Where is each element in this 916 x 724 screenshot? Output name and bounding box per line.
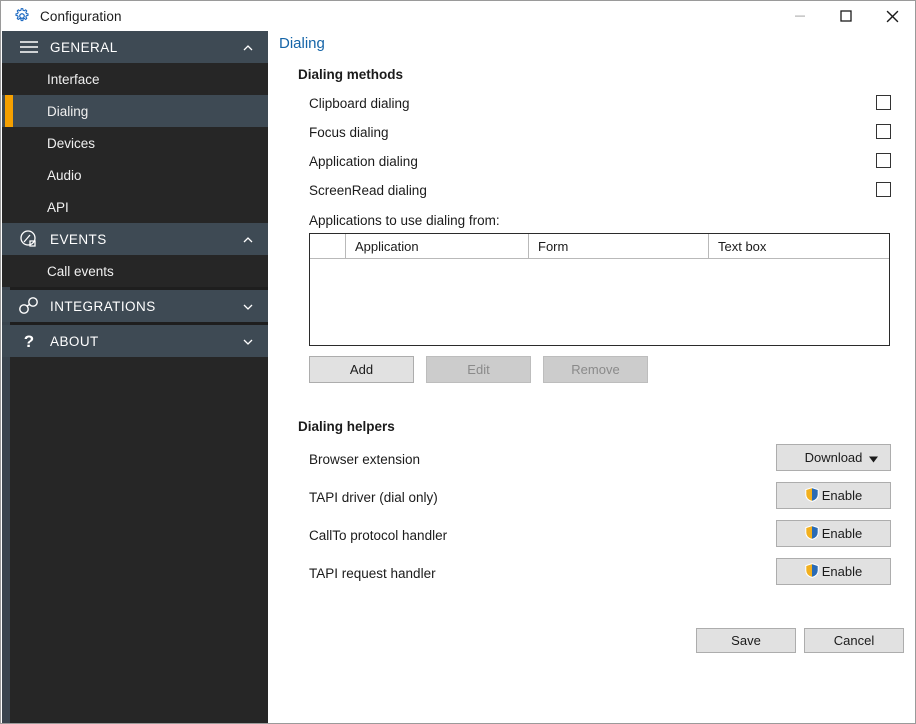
checkbox-focus-dialing[interactable] (876, 124, 891, 139)
sidebar-item-interface[interactable]: Interface (2, 63, 268, 95)
sidebar-group-label: GENERAL (50, 39, 118, 55)
table-header-form[interactable]: Form (529, 234, 709, 258)
sidebar-group-label: EVENTS (50, 231, 107, 247)
enable-button-label: Enable (821, 488, 863, 503)
window-title: Configuration (40, 8, 122, 24)
svg-text:?: ? (24, 332, 34, 351)
section-heading-dialing-methods: Dialing methods (298, 67, 404, 82)
sidebar-item-api[interactable]: API (2, 191, 268, 223)
enable-callto-protocol-handler-button[interactable]: Enable (776, 520, 891, 547)
section-heading-dialing-helpers: Dialing helpers (298, 419, 395, 434)
remove-button[interactable]: Remove (543, 356, 648, 383)
sidebar-item-devices[interactable]: Devices (2, 127, 268, 159)
page-title: Dialing (279, 35, 325, 52)
selected-accent-bar (5, 95, 13, 127)
sidebar-group-events: EVENTS Call events (2, 223, 268, 287)
sidebar-item-label: Devices (47, 135, 96, 151)
download-dropdown-button[interactable]: Download (776, 444, 891, 471)
uac-shield-icon (805, 524, 819, 543)
maximize-button[interactable] (823, 1, 869, 31)
uac-shield-icon (805, 486, 819, 505)
hamburger-icon (16, 36, 42, 58)
configuration-window: Configuration GENERAL Interface Dialing … (0, 0, 916, 724)
label-callto-protocol-handler: CallTo protocol handler (309, 528, 448, 543)
table-header-select (310, 234, 346, 258)
gear-icon (15, 8, 29, 22)
table-header-row: Application Form Text box (310, 234, 889, 259)
edit-button[interactable]: Edit (426, 356, 531, 383)
sidebar-item-label: Dialing (47, 103, 89, 119)
sidebar-item-label: Call events (47, 263, 114, 279)
sidebar-sublist-events: Call events (2, 255, 268, 287)
close-button[interactable] (869, 1, 915, 31)
enable-button-label: Enable (821, 526, 863, 541)
enable-tapi-driver-button[interactable]: Enable (776, 482, 891, 509)
maximize-icon (840, 10, 852, 22)
label-tapi-driver: TAPI driver (dial only) (309, 490, 438, 505)
sidebar-group-general: GENERAL Interface Dialing Devices Audio (2, 31, 268, 223)
uac-shield-icon (805, 562, 819, 581)
add-button[interactable]: Add (309, 356, 414, 383)
checkbox-application-dialing[interactable] (876, 153, 891, 168)
title-bar: Configuration (1, 1, 915, 31)
sidebar-item-audio[interactable]: Audio (2, 159, 268, 191)
content-panel: Dialing Dialing methods Clipboard dialin… (268, 31, 915, 723)
sidebar-item-call-events[interactable]: Call events (2, 255, 268, 287)
label-tapi-request-handler: TAPI request handler (309, 566, 436, 581)
applications-table[interactable]: Application Form Text box (309, 233, 890, 346)
chevron-down-icon[interactable] (242, 335, 254, 347)
chain-link-icon (16, 295, 42, 317)
checkbox-screenread-dialing[interactable] (876, 182, 891, 197)
call-bubble-icon (16, 228, 42, 250)
sidebar-group-about: ? ABOUT (2, 325, 268, 357)
sidebar-group-label: INTEGRATIONS (50, 298, 156, 314)
sidebar-group-integrations: INTEGRATIONS (2, 290, 268, 322)
close-icon (886, 10, 898, 22)
sidebar-item-label: API (47, 199, 69, 215)
label-application-dialing: Application dialing (309, 154, 418, 169)
table-header-text-box[interactable]: Text box (709, 234, 889, 258)
sidebar-group-label: ABOUT (50, 333, 99, 349)
download-button-label: Download (804, 450, 863, 465)
table-body-empty (310, 259, 889, 345)
sidebar-item-label: Audio (47, 167, 82, 183)
sidebar-group-header-integrations[interactable]: INTEGRATIONS (2, 290, 268, 322)
label-screenread-dialing: ScreenRead dialing (309, 183, 427, 198)
label-applications-to-use-dialing-from: Applications to use dialing from: (309, 213, 500, 228)
sidebar: GENERAL Interface Dialing Devices Audio (2, 31, 268, 723)
question-mark-icon: ? (16, 330, 42, 352)
checkbox-clipboard-dialing[interactable] (876, 95, 891, 110)
sidebar-item-label: Interface (47, 71, 100, 87)
chevron-down-icon[interactable] (242, 300, 254, 312)
chevron-up-icon[interactable] (242, 41, 254, 53)
enable-button-label: Enable (821, 564, 863, 579)
sidebar-item-dialing[interactable]: Dialing (2, 95, 268, 127)
sidebar-sublist-general: Interface Dialing Devices Audio API (2, 63, 268, 223)
sidebar-group-header-events[interactable]: EVENTS (2, 223, 268, 255)
chevron-up-icon[interactable] (242, 233, 254, 245)
cancel-button[interactable]: Cancel (804, 628, 904, 653)
label-browser-extension: Browser extension (309, 452, 421, 467)
window-controls (777, 1, 915, 31)
table-header-application[interactable]: Application (346, 234, 529, 258)
chevron-down-icon (869, 450, 878, 465)
label-focus-dialing: Focus dialing (309, 125, 389, 140)
sidebar-group-header-general[interactable]: GENERAL (2, 31, 268, 63)
label-clipboard-dialing: Clipboard dialing (309, 96, 410, 111)
minimize-button[interactable] (777, 1, 823, 31)
save-button[interactable]: Save (696, 628, 796, 653)
minimize-icon (795, 15, 805, 17)
sidebar-group-header-about[interactable]: ? ABOUT (2, 325, 268, 357)
enable-tapi-request-handler-button[interactable]: Enable (776, 558, 891, 585)
